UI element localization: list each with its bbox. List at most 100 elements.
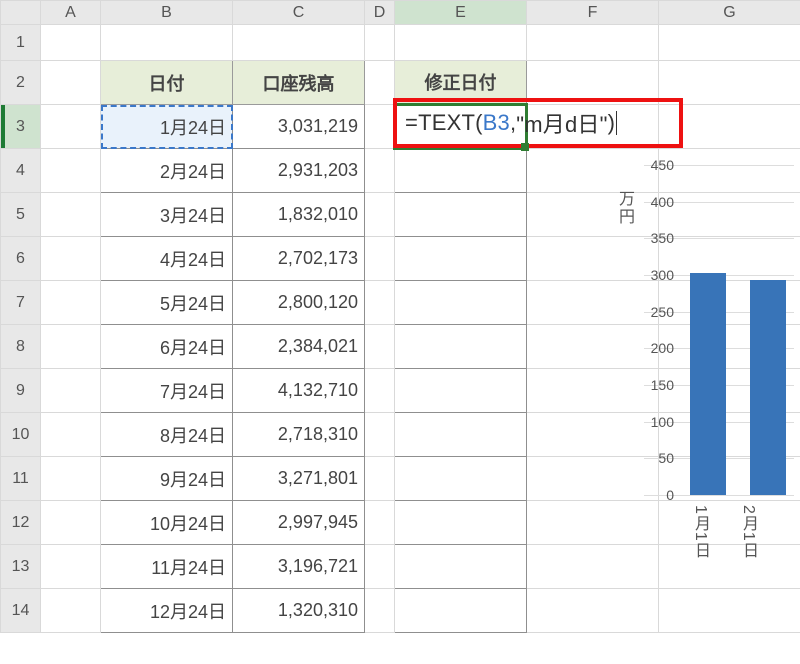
cell-C13[interactable]: 3,196,721 (233, 545, 365, 589)
cell-G1[interactable] (659, 25, 800, 61)
cell-E5[interactable] (395, 193, 527, 237)
cell-B13[interactable]: 11月24日 (101, 545, 233, 589)
cell-A13[interactable] (41, 545, 101, 589)
row-header-14[interactable]: 14 (1, 589, 41, 633)
col-header-A[interactable]: A (41, 1, 101, 25)
cell-C6[interactable]: 2,702,173 (233, 237, 365, 281)
cell-B14[interactable]: 12月24日 (101, 589, 233, 633)
row-header-9[interactable]: 9 (1, 369, 41, 413)
row-header-7[interactable]: 7 (1, 281, 41, 325)
cell-B12[interactable]: 10月24日 (101, 501, 233, 545)
cell-C7[interactable]: 2,800,120 (233, 281, 365, 325)
cell-A11[interactable] (41, 457, 101, 501)
cell-B1[interactable] (101, 25, 233, 61)
cell-A10[interactable] (41, 413, 101, 457)
cell-A9[interactable] (41, 369, 101, 413)
cell-A6[interactable] (41, 237, 101, 281)
chart-bar[interactable] (750, 280, 786, 495)
row-header-12[interactable]: 12 (1, 501, 41, 545)
cell-E12[interactable] (395, 501, 527, 545)
cell-C11[interactable]: 3,271,801 (233, 457, 365, 501)
cell-B11[interactable]: 9月24日 (101, 457, 233, 501)
cell-D7[interactable] (365, 281, 395, 325)
row-1[interactable]: 1 (1, 25, 800, 61)
cell-C10[interactable]: 2,718,310 (233, 413, 365, 457)
chart-bar[interactable] (690, 273, 726, 495)
cell-E10[interactable] (395, 413, 527, 457)
cell-B9[interactable]: 7月24日 (101, 369, 233, 413)
cell-B7[interactable]: 5月24日 (101, 281, 233, 325)
cell-D14[interactable] (365, 589, 395, 633)
cell-D3[interactable] (365, 105, 395, 149)
cell-D10[interactable] (365, 413, 395, 457)
cell-B6[interactable]: 4月24日 (101, 237, 233, 281)
cell-E6[interactable] (395, 237, 527, 281)
cell-B4[interactable]: 2月24日 (101, 149, 233, 193)
select-all-corner[interactable] (1, 1, 41, 25)
cell-B5[interactable]: 3月24日 (101, 193, 233, 237)
col-header-C[interactable]: C (233, 1, 365, 25)
formula-edit-overlay[interactable]: =TEXT(B3,"m月d日") (393, 98, 683, 148)
row-header-3[interactable]: 3 (1, 105, 41, 149)
cell-E3-editing[interactable]: =TEXT(B3,"m月d日") (395, 105, 527, 149)
cell-E8[interactable] (395, 325, 527, 369)
cell-E1[interactable] (395, 25, 527, 61)
cell-E13[interactable] (395, 545, 527, 589)
cell-E7[interactable] (395, 281, 527, 325)
cell-C8[interactable]: 2,384,021 (233, 325, 365, 369)
embedded-chart[interactable]: 万円 050100150200250300350400450 1月1日2月1日 (600, 150, 800, 650)
cell-E4[interactable] (395, 149, 527, 193)
row-header-2[interactable]: 2 (1, 61, 41, 105)
fill-handle[interactable] (521, 143, 529, 151)
cell-A5[interactable] (41, 193, 101, 237)
cell-A12[interactable] (41, 501, 101, 545)
cell-C4[interactable]: 2,931,203 (233, 149, 365, 193)
cell-E9[interactable] (395, 369, 527, 413)
cell-A7[interactable] (41, 281, 101, 325)
cell-B8[interactable]: 6月24日 (101, 325, 233, 369)
header-date[interactable]: 日付 (101, 61, 233, 105)
row-header-8[interactable]: 8 (1, 325, 41, 369)
cell-A4[interactable] (41, 149, 101, 193)
cell-A1[interactable] (41, 25, 101, 61)
header-balance[interactable]: 口座残高 (233, 61, 365, 105)
cell-D4[interactable] (365, 149, 395, 193)
cell-C14[interactable]: 1,320,310 (233, 589, 365, 633)
column-header-row[interactable]: A B C D E F G (1, 1, 800, 25)
cell-D8[interactable] (365, 325, 395, 369)
cell-C1[interactable] (233, 25, 365, 61)
cell-E14[interactable] (395, 589, 527, 633)
row-3[interactable]: 3 1月24日 3,031,219 =TEXT(B3,"m月d日") (1, 105, 800, 149)
row-header-1[interactable]: 1 (1, 25, 41, 61)
cell-C9[interactable]: 4,132,710 (233, 369, 365, 413)
cell-A3[interactable] (41, 105, 101, 149)
cell-F1[interactable] (527, 25, 659, 61)
col-header-G[interactable]: G (659, 1, 800, 25)
col-header-B[interactable]: B (101, 1, 233, 25)
cell-A2[interactable] (41, 61, 101, 105)
col-header-F[interactable]: F (527, 1, 659, 25)
cell-D9[interactable] (365, 369, 395, 413)
row-header-10[interactable]: 10 (1, 413, 41, 457)
cell-A8[interactable] (41, 325, 101, 369)
cell-B3-referenced[interactable]: 1月24日 (101, 105, 233, 149)
cell-C3[interactable]: 3,031,219 (233, 105, 365, 149)
cell-C5[interactable]: 1,832,010 (233, 193, 365, 237)
cell-C12[interactable]: 2,997,945 (233, 501, 365, 545)
cell-D1[interactable] (365, 25, 395, 61)
cell-D13[interactable] (365, 545, 395, 589)
cell-D2[interactable] (365, 61, 395, 105)
col-header-D[interactable]: D (365, 1, 395, 25)
cell-A14[interactable] (41, 589, 101, 633)
cell-D5[interactable] (365, 193, 395, 237)
cell-E11[interactable] (395, 457, 527, 501)
row-header-11[interactable]: 11 (1, 457, 41, 501)
cell-D12[interactable] (365, 501, 395, 545)
row-header-13[interactable]: 13 (1, 545, 41, 589)
cell-D11[interactable] (365, 457, 395, 501)
col-header-E[interactable]: E (395, 1, 527, 25)
row-header-5[interactable]: 5 (1, 193, 41, 237)
row-header-6[interactable]: 6 (1, 237, 41, 281)
cell-B10[interactable]: 8月24日 (101, 413, 233, 457)
row-header-4[interactable]: 4 (1, 149, 41, 193)
